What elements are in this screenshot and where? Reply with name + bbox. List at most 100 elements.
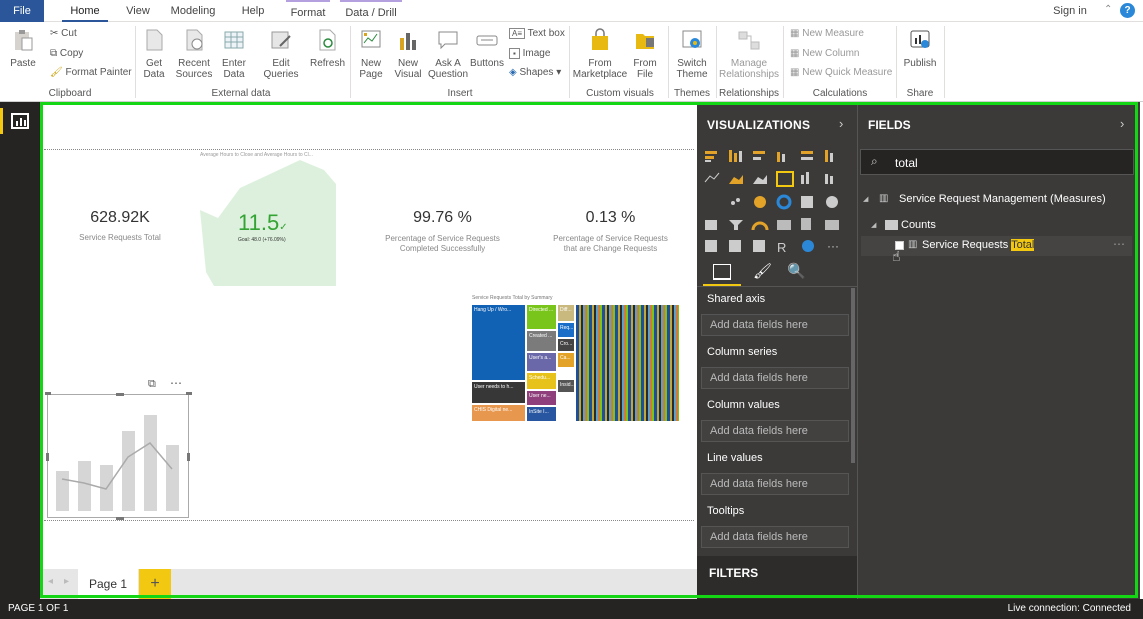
treemap-cell[interactable]: CHIS Digital ne... [472, 405, 525, 421]
tab-file[interactable]: File [0, 0, 44, 22]
collapse-fields-icon[interactable]: › [1120, 116, 1124, 131]
field-folder-name[interactable]: Counts [901, 219, 936, 231]
paste-button[interactable]: Paste [8, 28, 38, 69]
divider [668, 26, 669, 98]
paste-label: Paste [10, 58, 36, 69]
treemap-cell[interactable]: Insid... [558, 380, 575, 392]
tab-help[interactable]: Help [236, 0, 270, 22]
new-quick-measure-button[interactable]: ▦ New Quick Measure [790, 67, 892, 78]
collapse-pane-icon[interactable]: › [839, 116, 843, 131]
card-service-requests-total-value[interactable]: 628.92K [60, 209, 180, 227]
new-page-button[interactable]: New Page [355, 28, 387, 80]
ask-question-button[interactable]: Ask A Question [428, 28, 468, 80]
page-tab-1[interactable]: Page 1 [78, 569, 138, 599]
card-completed-value[interactable]: 99.76 % [380, 209, 505, 227]
filters-section[interactable]: FILTERS [697, 556, 857, 599]
selected-line-column-chart[interactable] [45, 392, 192, 520]
report-canvas[interactable]: Average Hours to Close and Average Hours… [40, 102, 697, 599]
tab-modeling[interactable]: Modeling [168, 0, 218, 22]
tab-view[interactable]: View [120, 0, 156, 22]
field-more-options-icon[interactable]: ⋯ [1113, 237, 1125, 251]
treemap-visual[interactable]: Hang Up / Wro... User needs to h... CHIS… [472, 305, 679, 421]
format-painter-icon: 🖌 [50, 67, 66, 78]
new-column-button[interactable]: ▦ New Column [790, 48, 859, 59]
field-item-service-requests-total[interactable]: ▥ Service Requests Total ⋯ [861, 236, 1132, 256]
manage-relationships-button[interactable]: Manage Relationships [719, 28, 779, 80]
scroll-left-icon[interactable]: ◂ [48, 576, 53, 587]
pane-scrollbar[interactable] [851, 288, 855, 463]
treemap-cell[interactable]: Cro... [558, 339, 574, 351]
text-box-button[interactable]: A≡ Text box [509, 28, 565, 39]
manage-relationships-label: Manage Relationships [719, 58, 780, 80]
new-visual-button[interactable]: New Visual [392, 28, 424, 80]
report-view-icon[interactable] [11, 113, 29, 129]
refresh-icon [319, 29, 336, 51]
well-column-values[interactable]: Add data fields here [701, 420, 849, 442]
enter-data-button[interactable]: Enter Data [218, 28, 250, 80]
new-page-label: New Page [359, 58, 383, 80]
copy-icon: ⧉ [50, 48, 60, 59]
new-page-icon [361, 30, 381, 48]
refresh-button[interactable]: Refresh [310, 28, 345, 69]
well-column-series[interactable]: Add data fields here [701, 367, 849, 389]
treemap-cell[interactable]: Directed ... [527, 305, 556, 329]
format-roller-icon[interactable]: 🖌 [753, 262, 772, 280]
treemap-cell[interactable]: Schedu... [527, 373, 556, 389]
add-page-button[interactable]: + [139, 569, 171, 599]
table-icon [224, 31, 244, 49]
help-icon[interactable]: ? [1120, 3, 1135, 18]
treemap-cell[interactable]: User needs to h... [472, 382, 525, 403]
treemap-cell[interactable]: InSite I... [527, 407, 556, 421]
scroll-right-icon[interactable]: ▸ [64, 576, 69, 587]
recent-sources-button[interactable]: Recent Sources [174, 28, 214, 80]
buttons-button[interactable]: Buttons [470, 28, 504, 69]
fields-title: FIELDS [868, 118, 911, 132]
kpi-title: Average Hours to Close and Average Hours… [200, 152, 313, 158]
treemap-cell[interactable]: Req... [558, 323, 574, 337]
from-marketplace-button[interactable]: From Marketplace [572, 28, 628, 80]
switch-theme-button[interactable]: Switch Theme [672, 28, 712, 80]
shapes-button[interactable]: ◈ Shapes ▾ [509, 67, 561, 78]
new-measure-button[interactable]: ▦ New Measure [790, 28, 864, 39]
copy-button[interactable]: ⧉ Copy [50, 48, 83, 59]
fields-tab-icon[interactable] [713, 264, 731, 280]
well-shared-axis[interactable]: Add data fields here [701, 314, 849, 336]
filters-title: FILTERS [709, 566, 759, 580]
recent-sources-label: Recent Sources [175, 58, 213, 80]
analytics-icon[interactable]: 🔍 [787, 262, 806, 280]
tab-format[interactable]: Format [286, 0, 330, 22]
format-painter-button[interactable]: 🖌 Format Painter [50, 67, 132, 78]
field-table-name[interactable]: Service Request Management (Measures) [899, 193, 1106, 205]
treemap-cell[interactable]: Hang Up / Wro... [472, 305, 525, 380]
expand-arrow-icon[interactable]: ◢ [863, 195, 868, 203]
publish-button[interactable]: Publish [900, 28, 940, 69]
field-search-input[interactable]: ⌕ total [860, 149, 1134, 175]
expand-arrow-icon[interactable]: ◢ [871, 221, 876, 229]
image-button[interactable]: ▪ Image [509, 48, 550, 59]
divider [697, 286, 857, 287]
focus-mode-icon[interactable]: ⧉ [148, 378, 156, 391]
edit-queries-button[interactable]: Edit Queries [258, 28, 304, 80]
treemap-cell[interactable]: User's a... [527, 353, 556, 371]
treemap-cell[interactable]: Ca... [558, 353, 574, 367]
treemap-cell[interactable]: User ne... [527, 391, 556, 405]
more-options-icon[interactable]: ⋯ [170, 376, 182, 390]
sign-in-link[interactable]: Sign in [1046, 0, 1094, 22]
new-visual-label: New Visual [394, 58, 422, 80]
get-data-button[interactable]: Get Data [139, 28, 169, 80]
well-line-values[interactable]: Add data fields here [701, 473, 849, 495]
tab-home[interactable]: Home [62, 0, 108, 22]
cut-button[interactable]: ✂ Cut [50, 28, 77, 39]
treemap-small-cells [576, 305, 679, 421]
calculations-group-label: Calculations [812, 88, 868, 99]
visual-type-icons[interactable]: R ··· [703, 148, 851, 256]
well-tooltips[interactable]: Add data fields here [701, 526, 849, 548]
well-shared-axis-label: Shared axis [707, 293, 766, 305]
collapse-ribbon-icon[interactable]: ⌃ [1104, 4, 1112, 15]
from-file-button[interactable]: From File [630, 28, 660, 80]
treemap-cell[interactable]: Created ... [527, 331, 556, 351]
tab-data-drill[interactable]: Data / Drill [340, 0, 402, 22]
card-change-requests-value[interactable]: 0.13 % [548, 209, 673, 227]
treemap-cell[interactable]: Diff... [558, 305, 574, 321]
page-tab-strip: ◂ ▸ Page 1 + [40, 569, 697, 599]
